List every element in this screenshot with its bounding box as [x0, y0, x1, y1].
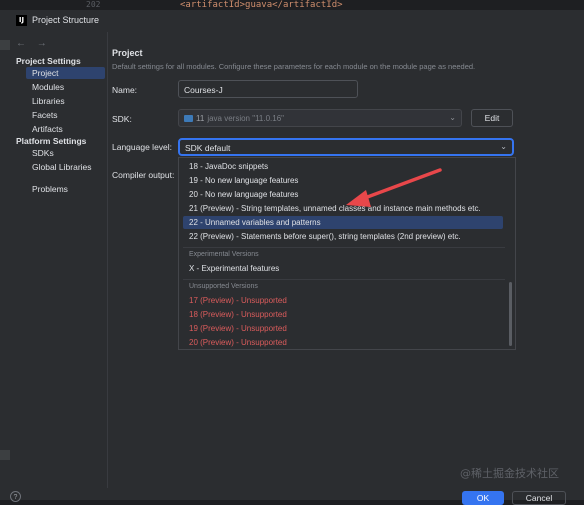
cancel-button[interactable]: Cancel — [512, 491, 566, 505]
annotation-arrow-icon — [346, 168, 442, 207]
help-icon[interactable]: ? — [10, 491, 21, 502]
ok-button[interactable]: OK — [462, 491, 504, 505]
watermark: @稀土掘金技术社区 — [460, 467, 559, 480]
